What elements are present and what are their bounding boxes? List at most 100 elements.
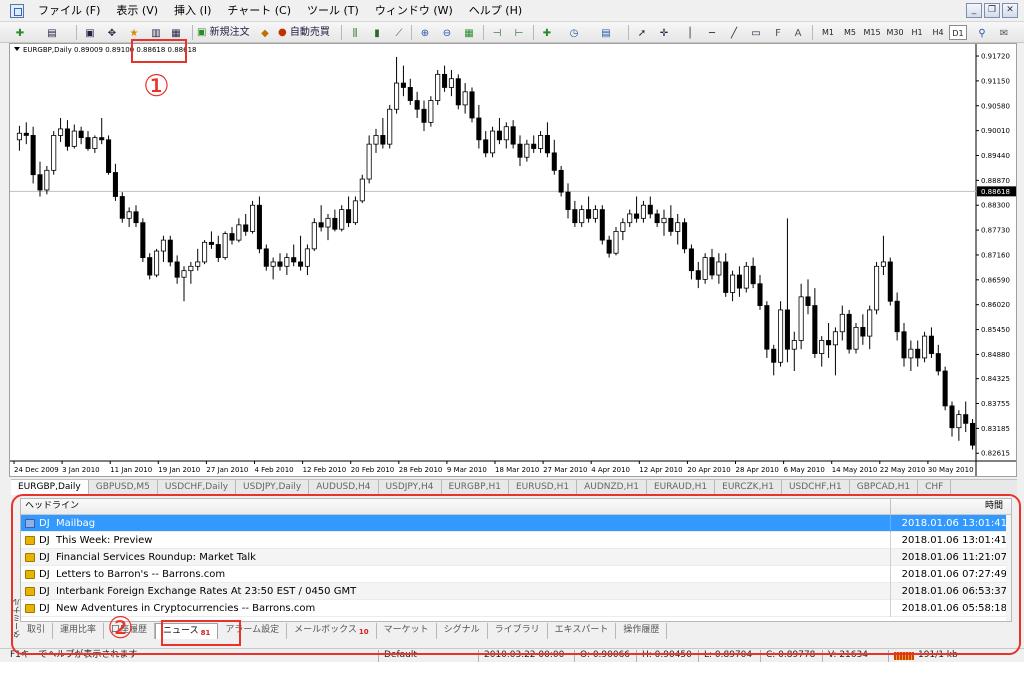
news-row[interactable]: DJ This Week: Preview 2018.01.06 13:01:4…: [21, 532, 1011, 549]
profiles-icon[interactable]: ▤: [44, 24, 60, 41]
close-icon[interactable]: ✕: [1002, 3, 1018, 18]
news-row[interactable]: DJ New Adventures in Cryptocurrencies --…: [21, 600, 1011, 617]
line-chart-icon[interactable]: ⟋: [391, 24, 407, 41]
chat-icon[interactable]: ✉: [996, 24, 1012, 41]
periods-icon[interactable]: ◷: [566, 24, 582, 41]
menu-help[interactable]: ヘルプ (H): [461, 0, 530, 22]
symbol-tab-eurgbp-h1[interactable]: EURGBP,H1: [442, 480, 509, 495]
channel-icon[interactable]: ▭: [748, 24, 764, 41]
zoom-in-icon[interactable]: ⊕: [417, 24, 433, 41]
menu-tools[interactable]: ツール (T): [299, 0, 367, 22]
symbol-tab-eurusd-h1[interactable]: EURUSD,H1: [509, 480, 578, 495]
annotation-box-terminal-button: [131, 39, 187, 63]
price-chart[interactable]: 0.91720 0.91150 0.90580 0.90010 0.89440 0.888…: [9, 43, 1017, 477]
search-icon[interactable]: ⚲: [974, 24, 990, 41]
tab-label: ニュース: [163, 626, 199, 636]
symbol-tab-eurgbp-daily[interactable]: EURGBP,Daily: [11, 480, 89, 495]
symbol-tab-eurczk-h1[interactable]: EURCZK,H1: [715, 480, 782, 495]
toolbar-separator: [628, 25, 629, 40]
tab-mailbox[interactable]: メールボックス 10: [287, 623, 377, 639]
tab-exposure[interactable]: 運用比率: [53, 623, 105, 639]
crosshair-icon[interactable]: ✛: [656, 24, 672, 41]
auto-trade-button[interactable]: ● 自動売買: [278, 24, 336, 41]
zoom-out-icon[interactable]: ⊖: [439, 24, 455, 41]
menu-chart[interactable]: チャート (C): [219, 0, 299, 22]
connection-status-icon[interactable]: [894, 652, 914, 660]
restore-icon[interactable]: ❐: [984, 3, 1000, 18]
symbol-tab-gbpcad-h1[interactable]: GBPCAD,H1: [850, 480, 919, 495]
menu-window[interactable]: ウィンドウ (W): [367, 0, 461, 22]
menu-view[interactable]: 表示 (V): [108, 0, 166, 22]
column-divider[interactable]: [890, 499, 891, 515]
news-row[interactable]: DJ Financial Services Roundup: Market Ta…: [21, 549, 1011, 566]
indicators-icon[interactable]: ✚: [539, 24, 555, 41]
new-chart-icon[interactable]: ✚: [12, 24, 28, 41]
tab-library[interactable]: ライブラリ: [488, 623, 548, 639]
app-icon[interactable]: [10, 3, 24, 18]
candle-body-bear: [606, 239, 612, 254]
symbol-tab-audnzd-h1[interactable]: AUDNZD,H1: [577, 480, 647, 495]
candle-body-bear: [544, 135, 550, 154]
auto-scroll-icon[interactable]: ⊢: [511, 24, 527, 41]
symbol-tab-chf[interactable]: CHF: [918, 480, 952, 495]
vertical-line-icon[interactable]: │: [682, 24, 698, 41]
news-row[interactable]: DJ Interbank Foreign Exchange Rates At 2…: [21, 583, 1011, 600]
news-source: DJ: [39, 586, 50, 597]
column-header-time[interactable]: 時間: [985, 499, 1003, 514]
date-tick-label: 27 Mar 2010: [543, 466, 587, 474]
timeframe-m1[interactable]: M1: [818, 25, 838, 40]
column-header-headline[interactable]: ヘッドライン: [25, 499, 79, 514]
templates-icon[interactable]: ▤: [598, 24, 614, 41]
fibonacci-icon[interactable]: F: [770, 24, 786, 41]
timeframe-d1[interactable]: D1: [949, 25, 967, 40]
timeframe-m30[interactable]: M30: [884, 25, 906, 40]
tab-experts[interactable]: エキスパート: [548, 623, 617, 639]
news-scrollbar[interactable]: [1006, 515, 1011, 621]
candlestick-icon[interactable]: ▮: [369, 24, 385, 41]
bar-chart-icon[interactable]: ⫼: [347, 24, 363, 41]
status-profile: Default: [384, 650, 417, 660]
symbol-tab-audusd-h4[interactable]: AUDUSD,H4: [309, 480, 379, 495]
navigator-icon[interactable]: ✥: [104, 24, 120, 41]
news-row[interactable]: DJ Mailbag 2018.01.06 13:01:41: [21, 515, 1011, 532]
market-watch-icon[interactable]: ▣: [82, 24, 98, 41]
timeframe-m5[interactable]: M5: [840, 25, 860, 40]
new-order-button[interactable]: ▣ 新規注文: [197, 24, 253, 41]
trendline-icon[interactable]: ╱: [726, 24, 742, 41]
candle-body-bull: [702, 257, 708, 280]
meta-editor-icon[interactable]: ◆: [257, 24, 273, 41]
candle-body-bull: [613, 231, 619, 254]
candle-body-bull: [270, 261, 276, 267]
symbol-tab-gbpusd-m5[interactable]: GBPUSD,M5: [89, 480, 158, 495]
timeframe-m15[interactable]: M15: [861, 25, 883, 40]
chart-shift-icon[interactable]: ⊣: [489, 24, 505, 41]
tab-alerts[interactable]: アラーム設定: [218, 623, 288, 639]
tab-trade[interactable]: 取引: [20, 623, 54, 639]
symbol-tab-usdchf-daily[interactable]: USDCHF,Daily: [158, 480, 237, 495]
tab-news[interactable]: ニュース 81: [155, 623, 219, 639]
symbol-tab-usdjpy-daily[interactable]: USDJPY,Daily: [236, 480, 310, 495]
tab-journal[interactable]: 操作履歴: [616, 623, 668, 639]
news-row[interactable]: DJ Letters to Barron's -- Barrons.com 20…: [21, 566, 1011, 583]
symbol-tab-usdjpy-h4[interactable]: USDJPY,H4: [379, 480, 442, 495]
terminal-side-label[interactable]: ターミナル: [11, 598, 21, 638]
menu-file[interactable]: ファイル (F): [30, 0, 108, 22]
symbol-tab-usdchf-h1[interactable]: USDCHF,H1: [782, 480, 850, 495]
timeframe-h4[interactable]: H4: [928, 25, 948, 40]
tab-signals[interactable]: シグナル: [437, 623, 488, 639]
price-tick-label: 0.83185: [981, 425, 1010, 433]
timeframe-h1[interactable]: H1: [907, 25, 927, 40]
tab-market[interactable]: マーケット: [377, 623, 437, 639]
news-time: 2018.01.06 07:27:49: [901, 569, 1007, 580]
menu-insert[interactable]: 挿入 (I): [166, 0, 219, 22]
horizontal-line-icon[interactable]: ─: [704, 24, 720, 41]
symbol-tab-euraud-h1[interactable]: EURAUD,H1: [647, 480, 716, 495]
candle-body-bull: [716, 261, 722, 276]
tile-windows-icon[interactable]: ▦: [461, 24, 477, 41]
candle-body-bear: [99, 137, 105, 141]
text-icon[interactable]: A: [790, 24, 806, 41]
news-headline: Interbank Foreign Exchange Rates At 23:5…: [56, 586, 357, 597]
cursor-icon[interactable]: ➚: [634, 24, 650, 41]
candle-body-bear: [887, 261, 893, 302]
minimize-icon[interactable]: _: [966, 3, 982, 18]
